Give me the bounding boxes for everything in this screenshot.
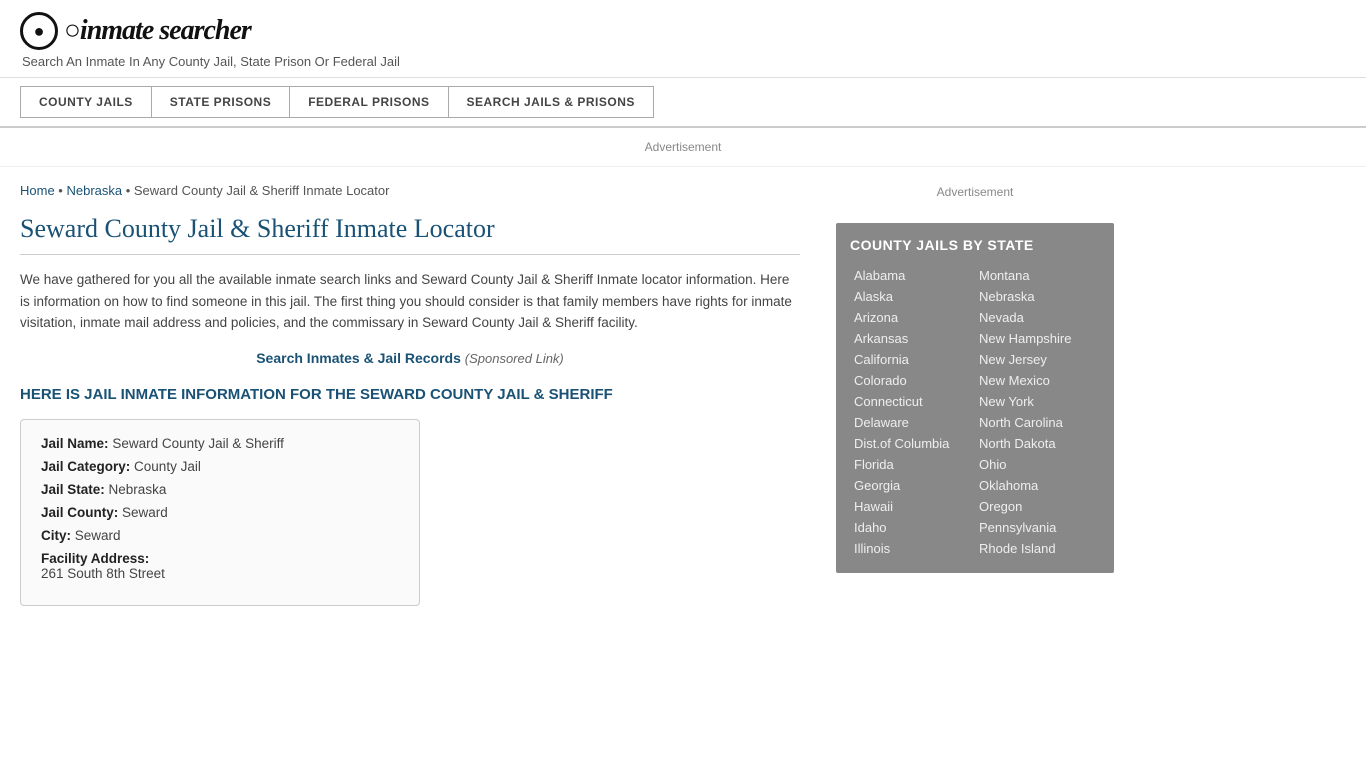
content-area: Home • Nebraska • Seward County Jail & S…: [0, 167, 820, 622]
jail-name-label: Jail Name:: [41, 436, 109, 451]
state-col-right: MontanaNebraskaNevadaNew HampshireNew Je…: [975, 265, 1100, 559]
county-jails-title: COUNTY JAILS BY STATE: [850, 237, 1100, 253]
main-layout: Home • Nebraska • Seward County Jail & S…: [0, 167, 1366, 622]
county-jails-by-state-box: COUNTY JAILS BY STATE AlabamaAlaskaArizo…: [836, 223, 1114, 573]
state-col-left: AlabamaAlaskaArizonaArkansasCaliforniaCo…: [850, 265, 975, 559]
jail-state-value: Nebraska: [109, 482, 167, 497]
state-link-new-hampshire[interactable]: New Hampshire: [975, 328, 1100, 349]
ad-top-bar: Advertisement: [0, 128, 1366, 167]
jail-county-row: Jail County: Seward: [41, 505, 399, 520]
page-title: Seward County Jail & Sheriff Inmate Loca…: [20, 214, 800, 255]
state-link-pennsylvania[interactable]: Pennsylvania: [975, 517, 1100, 538]
logo-text: ○inmate searcher: [64, 15, 251, 47]
state-link-new-jersey[interactable]: New Jersey: [975, 349, 1100, 370]
nav-county-jails[interactable]: COUNTY JAILS: [20, 86, 151, 118]
tagline: Search An Inmate In Any County Jail, Sta…: [22, 54, 1346, 69]
page-description: We have gathered for you all the availab…: [20, 269, 800, 334]
sub-heading: HERE IS JAIL INMATE INFORMATION FOR THE …: [20, 386, 800, 403]
nav-search-jails[interactable]: SEARCH JAILS & PRISONS: [448, 86, 654, 118]
sponsored-link-section: Search Inmates & Jail Records (Sponsored…: [20, 350, 800, 366]
state-link-delaware[interactable]: Delaware: [850, 412, 975, 433]
state-link-alaska[interactable]: Alaska: [850, 286, 975, 307]
state-link-illinois[interactable]: Illinois: [850, 538, 975, 559]
state-link-nevada[interactable]: Nevada: [975, 307, 1100, 328]
jail-category-row: Jail Category: County Jail: [41, 459, 399, 474]
logo-area: ● ○inmate searcher: [20, 12, 1346, 50]
state-link-alabama[interactable]: Alabama: [850, 265, 975, 286]
jail-address-value: 261 South 8th Street: [41, 566, 399, 581]
jail-county-label: Jail County:: [41, 505, 118, 520]
sponsored-note: (Sponsored Link): [465, 351, 564, 366]
state-link-colorado[interactable]: Colorado: [850, 370, 975, 391]
sponsored-link[interactable]: Search Inmates & Jail Records: [256, 350, 461, 366]
state-link-north-carolina[interactable]: North Carolina: [975, 412, 1100, 433]
state-link-dist.of-columbia[interactable]: Dist.of Columbia: [850, 433, 975, 454]
state-link-california[interactable]: California: [850, 349, 975, 370]
jail-category-value: County Jail: [134, 459, 201, 474]
state-link-new-york[interactable]: New York: [975, 391, 1100, 412]
jail-state-label: Jail State:: [41, 482, 105, 497]
nav-federal-prisons[interactable]: FEDERAL PRISONS: [289, 86, 447, 118]
state-link-north-dakota[interactable]: North Dakota: [975, 433, 1100, 454]
jail-state-row: Jail State: Nebraska: [41, 482, 399, 497]
jail-category-label: Jail Category:: [41, 459, 130, 474]
state-link-ohio[interactable]: Ohio: [975, 454, 1100, 475]
state-link-nebraska[interactable]: Nebraska: [975, 286, 1100, 307]
nav-bar: COUNTY JAILS STATE PRISONS FEDERAL PRISO…: [0, 78, 1366, 128]
jail-info-card: Jail Name: Seward County Jail & Sheriff …: [20, 419, 420, 606]
state-link-hawaii[interactable]: Hawaii: [850, 496, 975, 517]
breadcrumb-state[interactable]: Nebraska: [66, 183, 122, 198]
state-link-idaho[interactable]: Idaho: [850, 517, 975, 538]
jail-city-label: City:: [41, 528, 71, 543]
jail-county-value: Seward: [122, 505, 168, 520]
state-link-new-mexico[interactable]: New Mexico: [975, 370, 1100, 391]
state-link-georgia[interactable]: Georgia: [850, 475, 975, 496]
breadcrumb-current: Seward County Jail & Sheriff Inmate Loca…: [134, 183, 390, 198]
state-link-montana[interactable]: Montana: [975, 265, 1100, 286]
state-link-arkansas[interactable]: Arkansas: [850, 328, 975, 349]
jail-address-row: Facility Address: 261 South 8th Street: [41, 551, 399, 581]
state-columns: AlabamaAlaskaArizonaArkansasCaliforniaCo…: [850, 265, 1100, 559]
jail-name-row: Jail Name: Seward County Jail & Sheriff: [41, 436, 399, 451]
header: ● ○inmate searcher Search An Inmate In A…: [0, 0, 1366, 78]
state-link-oklahoma[interactable]: Oklahoma: [975, 475, 1100, 496]
nav-state-prisons[interactable]: STATE PRISONS: [151, 86, 289, 118]
breadcrumb: Home • Nebraska • Seward County Jail & S…: [20, 183, 800, 198]
state-link-oregon[interactable]: Oregon: [975, 496, 1100, 517]
state-link-florida[interactable]: Florida: [850, 454, 975, 475]
logo-icon: ●: [20, 12, 58, 50]
jail-address-label: Facility Address:: [41, 551, 149, 566]
state-link-rhode-island[interactable]: Rhode Island: [975, 538, 1100, 559]
jail-name-value: Seward County Jail & Sheriff: [112, 436, 284, 451]
breadcrumb-home[interactable]: Home: [20, 183, 55, 198]
ad-top-label: Advertisement: [645, 140, 722, 154]
jail-city-value: Seward: [75, 528, 121, 543]
state-link-arizona[interactable]: Arizona: [850, 307, 975, 328]
sidebar-ad-label: Advertisement: [836, 177, 1114, 207]
jail-city-row: City: Seward: [41, 528, 399, 543]
state-link-connecticut[interactable]: Connecticut: [850, 391, 975, 412]
sidebar: Advertisement COUNTY JAILS BY STATE Alab…: [820, 167, 1130, 622]
